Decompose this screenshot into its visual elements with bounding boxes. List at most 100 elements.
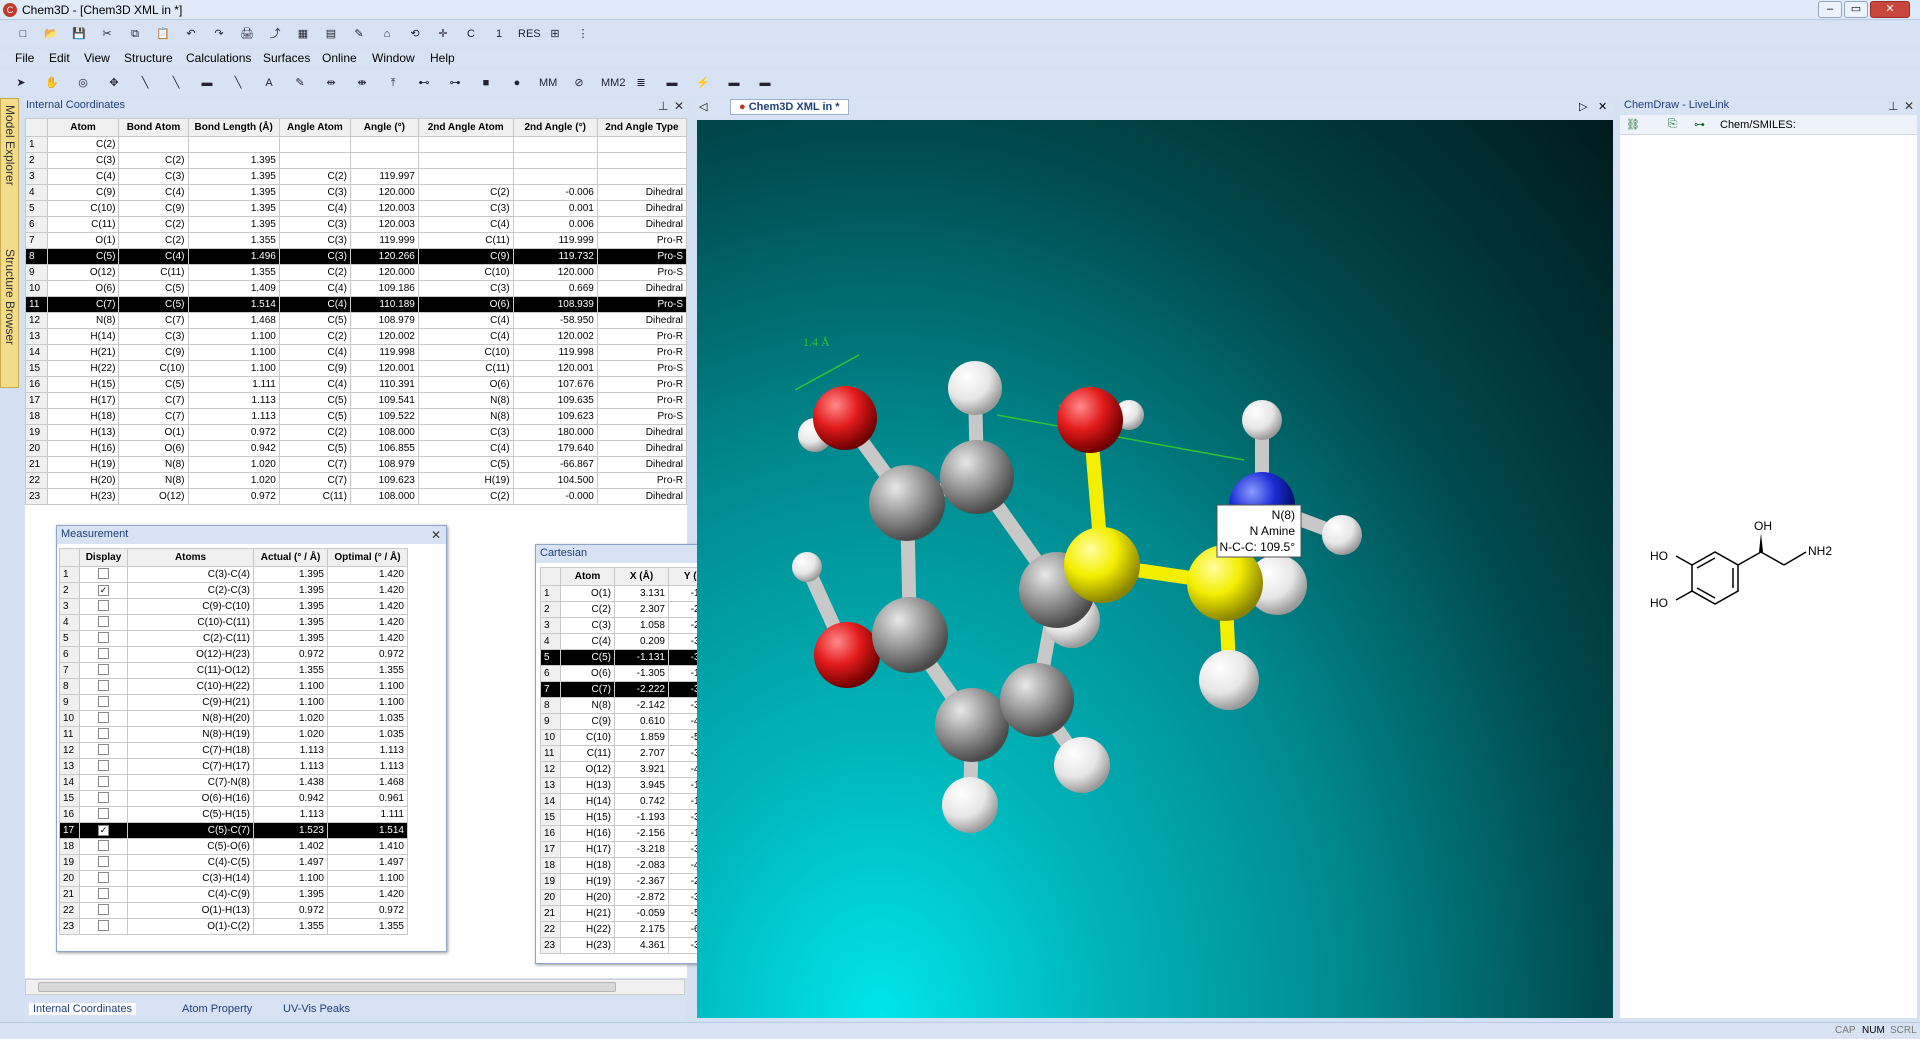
horizontal-scrollbar[interactable] — [25, 979, 685, 995]
column-header[interactable]: Bond Length (Å) — [187, 118, 280, 137]
display-checkbox[interactable] — [98, 679, 109, 691]
table-row[interactable]: 20 C(3)-H(14) 1.100 1.100 — [59, 870, 408, 887]
minimize-button[interactable]: – — [1818, 1, 1842, 18]
atom-hydrogen[interactable] — [1322, 515, 1362, 555]
table-row[interactable]: 2 ✓ C(2)-C(3) 1.395 1.420 — [59, 582, 408, 599]
tool-button[interactable]: ⤒ — [384, 74, 402, 92]
tool-button[interactable]: ✎ — [291, 74, 309, 92]
table-row[interactable]: 6 O(12)-H(23) 0.972 0.972 — [59, 646, 408, 663]
display-checkbox[interactable] — [98, 631, 109, 643]
column-header[interactable]: Display — [79, 548, 128, 567]
column-header[interactable]: Optimal (° / Å) — [327, 548, 408, 567]
copy-icon[interactable]: ⎘ — [1668, 118, 1677, 131]
table-row[interactable]: 17 H(17) C(7) 1.113 C(5) 109.541 N(8) 109.635 Pr… — [25, 392, 688, 409]
menu-calculations[interactable]: Calculations — [186, 51, 251, 65]
toolbar-button[interactable]: 📂 — [42, 25, 60, 43]
table-row[interactable]: 13 H(14) C(3) 1.100 C(2) 120.002 C(4) 120.002 Pr… — [25, 328, 688, 345]
column-header[interactable]: Bond Atom — [118, 118, 189, 137]
table-row[interactable]: 4 C(9) C(4) 1.395 C(3) 120.000 C(2) -0.006 Dihed… — [25, 184, 688, 201]
display-checkbox[interactable] — [98, 759, 109, 771]
atom-oxygen[interactable] — [1057, 387, 1123, 453]
atom-oxygen[interactable] — [814, 622, 880, 688]
tab-model-explorer[interactable]: Model Explorer — [3, 105, 17, 186]
tool-button[interactable]: ╲ — [229, 74, 247, 92]
menu-help[interactable]: Help — [430, 51, 455, 65]
table-row[interactable]: 5 C(2)-C(11) 1.395 1.420 — [59, 630, 408, 647]
pin-icon[interactable]: ⊥ — [1888, 99, 1898, 113]
toolbar-button[interactable]: ↶ — [182, 25, 200, 43]
table-row[interactable]: 12 N(8) C(7) 1.468 C(5) 108.979 C(4) -58.950 Dih… — [25, 312, 688, 329]
table-row[interactable]: 11 N(8)-H(19) 1.020 1.035 — [59, 726, 408, 743]
atom-carbon[interactable] — [940, 440, 1014, 514]
display-checkbox[interactable] — [98, 743, 109, 755]
table-row[interactable]: 14 C(7)-N(8) 1.438 1.468 — [59, 774, 408, 791]
tab-internal-coordinates[interactable]: Internal Coordinates — [29, 1003, 137, 1015]
toolbar-button[interactable]: ⊞ — [546, 25, 564, 43]
tool-button[interactable]: ✥ — [105, 74, 123, 92]
toolbar-button[interactable]: C — [462, 25, 480, 43]
table-row[interactable]: 16 C(5)-H(15) 1.113 1.111 — [59, 806, 408, 823]
table-row[interactable]: 1 C(2) — [25, 136, 688, 153]
tool-button[interactable]: ✋ — [43, 74, 61, 92]
toolbar-button[interactable]: ✛ — [434, 25, 452, 43]
close-icon[interactable]: ✕ — [1598, 100, 1607, 113]
table-row[interactable]: 21 C(4)-C(9) 1.395 1.420 — [59, 886, 408, 903]
display-checkbox[interactable] — [98, 599, 109, 611]
menu-window[interactable]: Window — [372, 51, 415, 65]
table-row[interactable]: 6 C(11) C(2) 1.395 C(3) 120.003 C(4) 0.006 Dihed… — [25, 216, 688, 233]
tool-button[interactable]: ⇹ — [322, 74, 340, 92]
display-checkbox[interactable] — [98, 919, 109, 931]
display-checkbox[interactable] — [98, 807, 109, 819]
close-button[interactable]: ✕ — [1870, 1, 1910, 18]
atom-oxygen[interactable] — [813, 386, 877, 450]
display-checkbox[interactable] — [98, 887, 109, 899]
atom-carbon[interactable] — [869, 465, 945, 541]
table-row[interactable]: 9 C(9)-H(21) 1.100 1.100 — [59, 694, 408, 711]
table-row[interactable]: 15 O(6)-H(16) 0.942 0.961 — [59, 790, 408, 807]
tool-button[interactable]: MM — [539, 74, 557, 92]
tool-button[interactable]: ■ — [477, 74, 495, 92]
link-icon[interactable]: ⛓ — [1626, 118, 1640, 131]
smiles-icon[interactable]: ⊶ — [1694, 118, 1705, 131]
atom-hydrogen[interactable] — [942, 777, 998, 833]
table-row[interactable]: 1 C(3)-C(4) 1.395 1.420 — [59, 566, 408, 583]
table-row[interactable]: 18 C(5)-O(6) 1.402 1.410 — [59, 838, 408, 855]
table-row[interactable]: 23 O(1)-C(2) 1.355 1.355 — [59, 918, 408, 935]
toolbar-button[interactable]: 1 — [490, 25, 508, 43]
toolbar-button[interactable]: ✂ — [98, 25, 116, 43]
display-checkbox[interactable] — [98, 791, 109, 803]
menu-surfaces[interactable]: Surfaces — [263, 51, 310, 65]
table-row[interactable]: 12 C(7)-H(18) 1.113 1.113 — [59, 742, 408, 759]
toolbar-button[interactable]: ⋮ — [574, 25, 592, 43]
close-icon[interactable]: ✕ — [1904, 99, 1914, 113]
menu-structure[interactable]: Structure — [124, 51, 173, 65]
atom-hydrogen[interactable] — [948, 361, 1002, 415]
chemdraw-structure[interactable]: HO HO OH NH2 — [1640, 515, 1880, 645]
column-header[interactable]: Angle Atom — [278, 118, 351, 137]
tool-button[interactable]: ⊘ — [570, 74, 588, 92]
table-row[interactable]: 20 H(16) O(6) 0.942 C(5) 106.855 C(4) 179.640 Di… — [25, 440, 688, 457]
table-row[interactable]: 14 H(21) C(9) 1.100 C(4) 119.998 C(10) 119.998 P… — [25, 344, 688, 361]
tool-button[interactable]: ⇼ — [353, 74, 371, 92]
display-checkbox[interactable] — [98, 727, 109, 739]
tab-scroll-right-icon[interactable]: ▷ — [1579, 100, 1587, 113]
table-row[interactable]: 16 H(15) C(5) 1.111 C(4) 110.391 O(6) 107.676 Pr… — [25, 376, 688, 393]
tool-button[interactable]: ▬ — [663, 74, 681, 92]
toolbar-button[interactable]: ⤴ — [266, 25, 284, 43]
display-checkbox[interactable]: ✓ — [98, 585, 109, 596]
column-header[interactable]: Atoms — [127, 548, 254, 567]
display-checkbox[interactable] — [98, 871, 109, 883]
table-row[interactable]: 23 H(23) O(12) 0.972 C(11) 108.000 C(2) -0.000 D… — [25, 488, 688, 505]
toolbar-button[interactable]: ⟲ — [406, 25, 424, 43]
scrollbar-thumb[interactable] — [38, 982, 616, 992]
display-checkbox[interactable]: ✓ — [98, 825, 109, 836]
pin-icon[interactable]: ⊥ — [658, 99, 668, 113]
display-checkbox[interactable] — [98, 903, 109, 915]
display-checkbox[interactable] — [98, 775, 109, 787]
table-row[interactable]: 19 H(13) O(1) 0.972 C(2) 108.000 C(3) 180.000 Di… — [25, 424, 688, 441]
molecule-viewer-3d[interactable]: 1.4 Å 1.5 Å N(8) N Amine N-C-C: 109.5° — [697, 120, 1613, 1018]
column-header[interactable]: Atom — [46, 118, 120, 137]
table-row[interactable]: 7 O(1) C(2) 1.355 C(3) 119.999 C(11) 119.999 Pro… — [25, 232, 688, 249]
tool-button[interactable]: ● — [508, 74, 526, 92]
table-row[interactable]: 15 H(22) C(10) 1.100 C(9) 120.001 C(11) 120.001… — [25, 360, 688, 377]
